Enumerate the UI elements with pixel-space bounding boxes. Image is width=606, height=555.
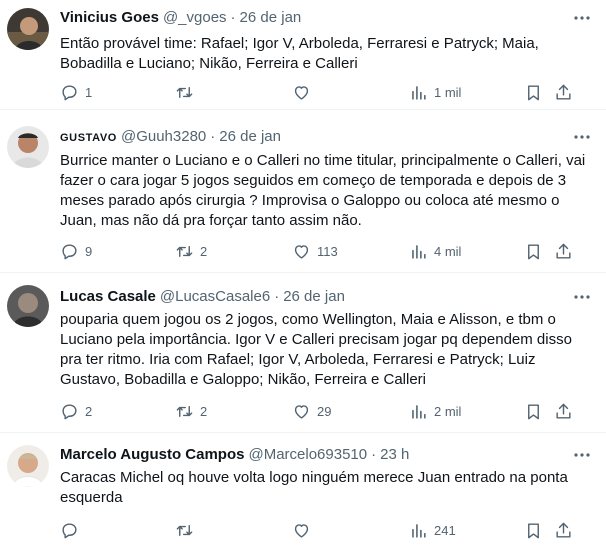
views-button[interactable]: 4 mil (409, 240, 461, 262)
like-icon (294, 244, 309, 259)
like-count: 29 (317, 403, 332, 419)
reply-count: 1 (85, 84, 93, 100)
tweet-timestamp[interactable]: 26 de jan (240, 8, 302, 28)
views-icon (412, 244, 426, 259)
author-handle[interactable]: @LucasCasale6 (160, 287, 270, 307)
retweet-button[interactable]: 2 (175, 240, 207, 262)
share-icon (556, 84, 571, 100)
reply-button[interactable]: 9 (60, 240, 92, 262)
bookmark-icon (528, 522, 539, 538)
like-icon (294, 523, 309, 538)
bookmark-icon (528, 403, 539, 419)
views-count: 4 mil (434, 243, 462, 259)
bookmark-button[interactable] (524, 519, 543, 541)
retweet-button[interactable] (175, 81, 200, 103)
like-button[interactable]: 113 (292, 240, 338, 262)
tweet-text: pouparia quem jogou os 2 jogos, como Wel… (60, 311, 572, 388)
views-icon (412, 85, 426, 100)
views-icon (412, 404, 426, 419)
like-count: 113 (317, 243, 338, 259)
tweet-text: Então provável time: Rafael; Igor V, Arb… (60, 35, 539, 72)
bookmark-button[interactable] (524, 81, 543, 103)
tweet[interactable]: Marcelo Augusto Campos @Marcelo693510 · … (0, 433, 606, 555)
like-button[interactable]: 29 (292, 400, 331, 422)
tweet-header: Lucas Casale @LucasCasale6 · 26 de jan (60, 287, 592, 307)
retweet-icon (176, 245, 193, 257)
reply-icon (62, 522, 77, 538)
timeline-feed: Vinicius Goes @_vgoes · 26 de jan Então … (0, 0, 606, 555)
author-handle[interactable]: @Guuh3280 (121, 127, 206, 147)
share-button[interactable] (554, 519, 573, 541)
more-icon[interactable] (572, 287, 592, 307)
retweet-count: 2 (200, 403, 208, 419)
views-count: 241 (434, 522, 456, 538)
views-button[interactable]: 2 mil (409, 400, 461, 422)
author-handle[interactable]: @Marcelo693510 (248, 445, 367, 465)
reply-button[interactable] (60, 519, 85, 541)
share-icon (556, 243, 571, 259)
reply-button[interactable]: 2 (60, 400, 92, 422)
share-button[interactable] (554, 81, 573, 103)
tweet-header: GUSTAVO @Guuh3280 · 26 de jan (60, 127, 592, 148)
separator-dot: · (371, 446, 377, 463)
retweet-count: 2 (200, 243, 208, 259)
tweet[interactable]: Vinicius Goes @_vgoes · 26 de jan Então … (0, 0, 606, 110)
author-name[interactable]: Lucas Casale (60, 287, 156, 307)
author-name[interactable]: Marcelo Augusto Campos (60, 445, 244, 465)
views-count: 1 mil (434, 84, 462, 100)
like-icon (294, 85, 309, 100)
tweet-header: Marcelo Augusto Campos @Marcelo693510 · … (60, 445, 592, 465)
views-button[interactable]: 1 mil (409, 81, 461, 103)
author-name[interactable]: Vinicius Goes (60, 8, 159, 28)
bookmark-button[interactable] (524, 240, 543, 262)
views-button[interactable]: 241 (409, 519, 456, 541)
bookmark-icon (528, 243, 539, 259)
tweet-text: Caracas Michel oq houve volta logo ningu… (60, 469, 568, 506)
share-icon (556, 403, 571, 419)
bookmark-button[interactable] (524, 400, 543, 422)
retweet-button[interactable]: 2 (175, 400, 207, 422)
like-button[interactable] (292, 81, 317, 103)
avatar[interactable] (7, 285, 49, 327)
separator-dot: · (210, 128, 216, 145)
retweet-icon (176, 86, 193, 98)
reply-count: 2 (85, 403, 93, 419)
more-icon[interactable] (572, 8, 592, 28)
retweet-button[interactable] (175, 519, 200, 541)
retweet-icon (176, 405, 193, 417)
views-icon (412, 523, 426, 538)
bookmark-icon (528, 84, 539, 100)
more-icon[interactable] (572, 445, 592, 465)
like-icon (294, 404, 309, 419)
share-icon (556, 522, 571, 538)
reply-icon (62, 84, 77, 100)
share-button[interactable] (554, 240, 573, 262)
tweet-header: Vinicius Goes @_vgoes · 26 de jan (60, 8, 592, 28)
tweet[interactable]: GUSTAVO @Guuh3280 · 26 de jan Burrice ma… (0, 110, 606, 273)
more-icon[interactable] (572, 127, 592, 147)
avatar[interactable] (7, 126, 49, 168)
tweet-text: Burrice manter o Luciano e o Calleri no … (60, 152, 586, 229)
author-name[interactable]: GUSTAVO (60, 128, 117, 148)
tweet-timestamp[interactable]: 26 de jan (219, 127, 281, 147)
separator-dot: · (274, 288, 280, 305)
reply-icon (62, 403, 77, 419)
separator-dot: · (230, 9, 236, 26)
avatar[interactable] (7, 8, 49, 50)
tweet-timestamp[interactable]: 26 de jan (283, 287, 345, 307)
tweet[interactable]: Lucas Casale @LucasCasale6 · 26 de jan p… (0, 273, 606, 433)
reply-icon (62, 243, 77, 259)
views-count: 2 mil (434, 403, 462, 419)
reply-button[interactable]: 1 (60, 81, 92, 103)
share-button[interactable] (554, 400, 573, 422)
reply-count: 9 (85, 243, 93, 259)
like-button[interactable] (292, 519, 317, 541)
retweet-icon (176, 524, 193, 536)
avatar[interactable] (7, 445, 49, 487)
tweet-timestamp[interactable]: 23 h (380, 445, 409, 465)
author-handle[interactable]: @_vgoes (163, 8, 227, 28)
